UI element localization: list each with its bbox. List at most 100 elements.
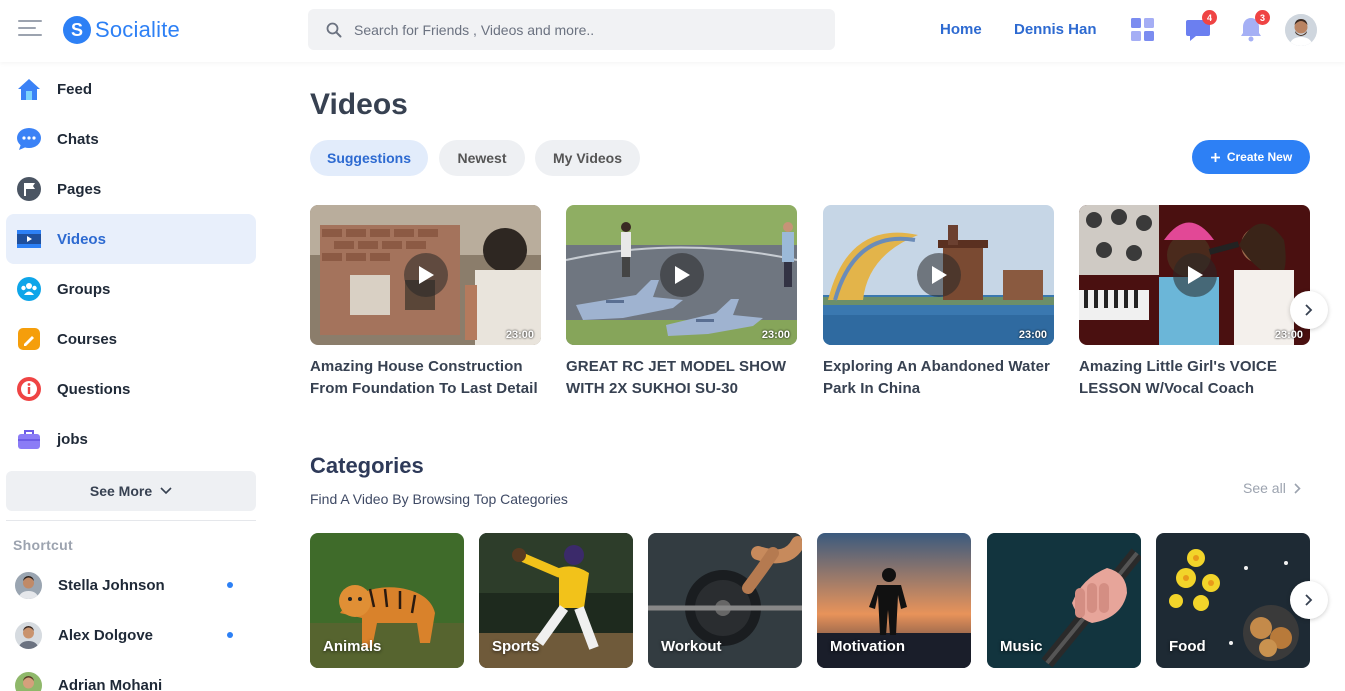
play-icon[interactable] <box>1172 253 1217 297</box>
top-header: S Socialite Home Dennis Han 4 3 <box>0 0 1345 62</box>
category-label: Music <box>1000 638 1043 655</box>
video-title[interactable]: GREAT RC JET MODEL SHOW WITH 2X SUKHOI S… <box>566 356 797 400</box>
category-label: Workout <box>661 638 722 655</box>
sidebar-item-courses[interactable]: Courses <box>6 314 256 364</box>
video-card[interactable]: 23:00 GREAT RC JET MODEL SHOW WITH 2X SU… <box>566 205 797 400</box>
page-title: Videos <box>310 88 408 121</box>
sidebar-item-label: Chats <box>57 130 99 148</box>
video-thumbnail[interactable]: 23:00 <box>823 205 1054 345</box>
categories-title: Categories <box>310 453 424 478</box>
contact-name: Stella Johnson <box>58 576 165 594</box>
tab-suggestions[interactable]: Suggestions <box>310 140 428 176</box>
sidebar-item-questions[interactable]: Questions <box>6 364 256 414</box>
tab-my-videos[interactable]: My Videos <box>535 140 640 176</box>
see-more-button[interactable]: See More <box>6 471 256 511</box>
category-label: Sports <box>492 638 540 655</box>
see-all-label: See all <box>1243 480 1286 496</box>
sidebar-item-videos[interactable]: Videos <box>6 214 256 264</box>
play-icon[interactable] <box>403 253 448 297</box>
category-label: Food <box>1169 638 1206 655</box>
tab-newest[interactable]: Newest <box>439 140 525 176</box>
sidebar-item-pages[interactable]: Pages <box>6 164 256 214</box>
video-card[interactable]: 23:00 Exploring An Abandoned Water Park … <box>823 205 1054 400</box>
category-label: Animals <box>323 638 382 655</box>
play-icon[interactable] <box>916 253 961 297</box>
video-duration: 23:00 <box>1018 329 1047 341</box>
create-new-button[interactable]: Create New <box>1192 140 1310 174</box>
video-thumbnail[interactable]: 23:00 <box>1079 205 1310 345</box>
see-all-link[interactable]: See all <box>1243 480 1301 496</box>
message-count-badge: 4 <box>1202 10 1217 25</box>
briefcase-icon <box>16 426 42 452</box>
search-bar[interactable] <box>308 9 835 50</box>
logo-mark: S <box>63 16 91 44</box>
nav-home-link[interactable]: Home <box>940 21 982 38</box>
contact-name: Adrian Mohani <box>58 676 163 691</box>
sidebar-item-groups[interactable]: Groups <box>6 264 256 314</box>
chevron-right-icon <box>1294 482 1301 494</box>
contact-adrian-mohani[interactable]: Adrian Mohani <box>15 670 245 691</box>
notification-count-badge: 3 <box>1255 10 1270 25</box>
sidebar-item-label: Feed <box>57 80 93 98</box>
video-thumbnail[interactable]: 23:00 <box>310 205 541 345</box>
nav-profile-link[interactable]: Dennis Han <box>1014 21 1097 38</box>
video-duration: 23:00 <box>505 329 534 341</box>
brand-name: Socialite <box>95 17 180 42</box>
category-label: Motivation <box>830 638 905 655</box>
video-title[interactable]: Amazing House Construction From Foundati… <box>310 356 541 400</box>
search-input[interactable] <box>354 21 794 38</box>
chevron-right-icon <box>1305 594 1313 606</box>
category-card-animals[interactable]: Animals <box>310 533 464 668</box>
user-avatar[interactable] <box>1285 14 1317 46</box>
avatar <box>15 571 42 599</box>
video-card[interactable]: 23:00 Amazing House Construction From Fo… <box>310 205 541 400</box>
contact-alex-dolgove[interactable]: Alex Dolgove <box>15 620 245 650</box>
category-card-food[interactable]: Food <box>1156 533 1310 668</box>
info-icon <box>16 376 42 402</box>
categories-subtitle: Find A Video By Browsing Top Categories <box>310 491 568 507</box>
category-card-music[interactable]: Music <box>987 533 1141 668</box>
sidebar-item-label: jobs <box>57 430 88 448</box>
sidebar-item-label: Pages <box>57 180 102 198</box>
chevron-down-icon <box>160 487 172 495</box>
home-icon <box>16 76 42 102</box>
categories-next-button[interactable] <box>1290 581 1328 619</box>
messages-button[interactable]: 4 <box>1185 10 1217 42</box>
sidebar-item-label: Groups <box>57 280 111 298</box>
online-indicator <box>227 582 233 588</box>
sidebar-item-label: Videos <box>57 230 106 248</box>
avatar <box>15 671 42 691</box>
video-card[interactable]: 23:00 Amazing Little Girl's VOICE LESSON… <box>1079 205 1310 400</box>
sidebar-item-label: Questions <box>57 380 131 398</box>
avatar <box>15 621 42 649</box>
video-duration: 23:00 <box>761 329 790 341</box>
notifications-button[interactable]: 3 <box>1238 10 1270 42</box>
sidebar-item-label: Courses <box>57 330 118 348</box>
flag-icon <box>16 176 42 202</box>
category-card-sports[interactable]: Sports <box>479 533 633 668</box>
video-title[interactable]: Amazing Little Girl's VOICE LESSON W/Voc… <box>1079 356 1310 400</box>
apps-grid-icon[interactable] <box>1130 16 1156 42</box>
brand-logo[interactable]: S Socialite <box>63 16 180 44</box>
create-new-label: Create New <box>1226 150 1293 164</box>
category-card-workout[interactable]: Workout <box>648 533 802 668</box>
online-indicator <box>227 632 233 638</box>
shortcut-heading: Shortcut <box>13 537 73 553</box>
category-card-motivation[interactable]: Motivation <box>817 533 971 668</box>
sidebar-item-jobs[interactable]: jobs <box>6 414 256 464</box>
videos-next-button[interactable] <box>1290 291 1328 329</box>
courses-icon <box>16 326 42 352</box>
sidebar-item-feed[interactable]: Feed <box>6 64 256 114</box>
sidebar-item-chats[interactable]: Chats <box>6 114 256 164</box>
play-icon[interactable] <box>659 253 704 297</box>
video-title[interactable]: Exploring An Abandoned Water Park In Chi… <box>823 356 1054 400</box>
chevron-right-icon <box>1305 304 1313 316</box>
video-thumbnail[interactable]: 23:00 <box>566 205 797 345</box>
contact-stella-johnson[interactable]: Stella Johnson <box>15 570 245 600</box>
contact-name: Alex Dolgove <box>58 626 154 644</box>
search-icon <box>326 22 342 37</box>
plus-icon <box>1210 152 1220 162</box>
menu-icon[interactable] <box>18 20 42 40</box>
video-duration: 23:00 <box>1274 329 1303 341</box>
sidebar-divider <box>6 520 256 521</box>
